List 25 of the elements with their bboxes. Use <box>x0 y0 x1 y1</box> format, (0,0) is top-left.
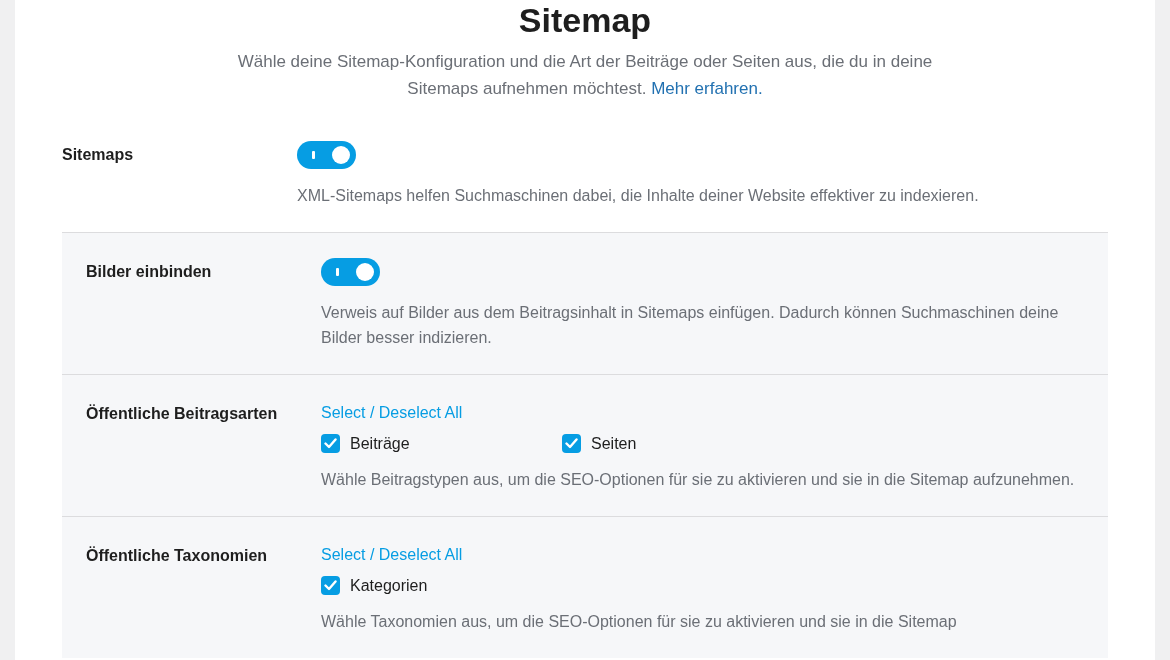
page-title: Sitemap <box>517 0 653 40</box>
option-label: Kategorien <box>350 576 428 595</box>
setting-description: XML-Sitemaps helfen Suchmaschinen dabei, die Inhalte deiner Website effektiver zu indexieren. <box>297 186 979 206</box>
toggle-switch[interactable] <box>321 258 380 286</box>
checkbox-option[interactable]: Kategorien <box>321 576 562 595</box>
intro-text: Wähle deine Sitemap-Konfiguration und die Art der Beiträge oder Seiten aus, die du in deine Sitemaps aufnehmen möchtest. Mehr erfahren. <box>236 51 934 100</box>
checkbox[interactable] <box>321 576 340 595</box>
checkmark-icon <box>565 438 578 449</box>
setting-description: Wähle Taxonomien aus, um die SEO-Optionen für sie zu aktivieren und sie in die Sitemap <box>321 612 957 632</box>
checkbox-option[interactable]: Seiten <box>562 434 803 453</box>
setting-label: Öffentliche Taxonomien <box>86 545 269 566</box>
setting-label: Öffentliche Beitragsarten <box>86 403 279 424</box>
checkmark-icon <box>324 580 337 591</box>
setting-description: Verweis auf Bilder aus dem Beitragsinhalt in Sitemaps einfügen. Dadurch können Suchmaschinen deine Bilder besser indizieren. <box>321 303 1060 348</box>
toggle-switch[interactable] <box>297 141 356 169</box>
checkbox-option[interactable]: Beiträge <box>321 434 562 453</box>
checkmark-icon <box>324 438 337 449</box>
option-label: Seiten <box>591 434 637 453</box>
option-label: Beiträge <box>350 434 410 453</box>
learn-more-link[interactable]: Mehr erfahren. <box>651 79 763 98</box>
checkbox[interactable] <box>562 434 581 453</box>
setting-description: Wähle Beitragstypen aus, um die SEO-Optionen für sie zu aktivieren und sie in die Sitemap aufzunehmen. <box>321 470 1075 490</box>
setting-label: Sitemaps <box>62 145 135 165</box>
setting-label: Bilder einbinden <box>86 262 213 282</box>
checkbox[interactable] <box>321 434 340 453</box>
